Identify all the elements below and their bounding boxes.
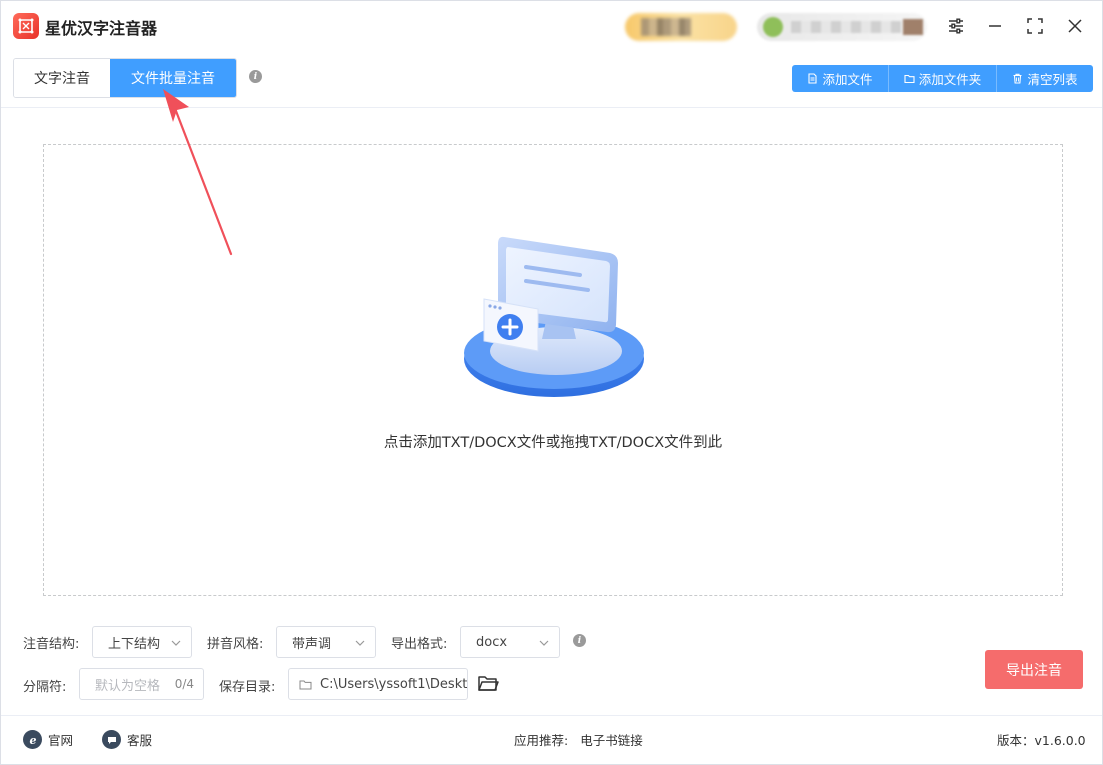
footer: e 官网 客服 应用推荐: 电子书链接 版本：v1.6.0.0 [1, 716, 1102, 764]
pinyin-style-label: 拼音风格: [207, 637, 264, 652]
save-dir-value: C:\Users\yssoft1\Deskt [320, 676, 467, 692]
maximize-icon [1027, 18, 1043, 34]
sliders-icon [949, 18, 963, 34]
trash-icon [1013, 73, 1022, 84]
format-info-icon[interactable]: i [573, 634, 586, 647]
app-window: 星优汉字注音器 文字注音 文件批量注音 i 添加文件 添加文件夹 清空列表 点击… [0, 0, 1103, 765]
tab-text-annotation[interactable]: 文字注音 [14, 59, 110, 97]
maximize-button[interactable] [1023, 14, 1047, 38]
add-file-label: 添加文件 [822, 72, 873, 87]
website-link[interactable]: e 官网 [23, 730, 73, 749]
app-logo-icon [13, 13, 39, 39]
structure-value: 上下结构 [108, 636, 161, 652]
minimize-icon [989, 25, 1001, 27]
version-text: 版本：v1.6.0.0 [997, 733, 1086, 748]
file-action-buttons: 添加文件 添加文件夹 清空列表 [792, 65, 1093, 92]
drop-zone-hint: 点击添加TXT/DOCX文件或拖拽TXT/DOCX文件到此 [383, 435, 723, 451]
structure-select[interactable]: 上下结构 [92, 626, 192, 658]
add-file-button[interactable]: 添加文件 [792, 65, 889, 92]
save-dir-label: 保存目录: [219, 680, 276, 695]
blurred-user-info [757, 13, 927, 41]
separator-char-count: 0/4 [174, 677, 194, 691]
folder-icon [904, 74, 915, 84]
file-icon [808, 73, 818, 84]
add-file-illustration [464, 236, 644, 397]
clear-list-label: 清空列表 [1027, 72, 1078, 87]
chevron-down-icon [171, 640, 181, 646]
ebook-link[interactable]: 电子书链接 [580, 730, 643, 749]
recommend-area: 应用推荐: 电子书链接 [514, 730, 643, 749]
export-format-value: docx [476, 634, 508, 650]
export-format-select[interactable]: docx [460, 626, 560, 658]
svg-text:e: e [29, 734, 36, 746]
separator-input[interactable]: 默认为空格 0/4 [79, 668, 204, 700]
separator-placeholder: 默认为空格 [95, 678, 161, 694]
browser-icon: e [23, 730, 42, 749]
version-info: 版本：v1.6.0.0 [997, 730, 1086, 749]
add-folder-label: 添加文件夹 [918, 72, 982, 87]
recommend-label: 应用推荐: [514, 733, 569, 748]
separator-label: 分隔符: [23, 680, 67, 695]
file-drop-zone[interactable]: 点击添加TXT/DOCX文件或拖拽TXT/DOCX文件到此 [43, 144, 1063, 596]
mode-tabs: 文字注音 文件批量注音 [13, 58, 237, 98]
blurred-account-badge [625, 13, 737, 41]
export-annotation-button[interactable]: 导出注音 [985, 650, 1083, 689]
website-label: 官网 [48, 733, 74, 748]
save-dir-input[interactable]: C:\Users\yssoft1\Deskt [288, 668, 468, 700]
settings-button[interactable] [944, 14, 968, 38]
app-title: 星优汉字注音器 [45, 19, 158, 38]
clear-list-button[interactable]: 清空列表 [997, 65, 1093, 92]
close-button[interactable] [1063, 14, 1087, 38]
folder-icon [299, 680, 312, 689]
browse-folder-button[interactable] [477, 673, 499, 693]
add-folder-button[interactable]: 添加文件夹 [889, 65, 997, 92]
structure-label: 注音结构: [23, 637, 80, 652]
support-link[interactable]: 客服 [102, 730, 152, 749]
support-label: 客服 [127, 733, 153, 748]
pinyin-style-select[interactable]: 带声调 [276, 626, 376, 658]
pinyin-style-value: 带声调 [292, 636, 332, 652]
minimize-button[interactable] [983, 14, 1007, 38]
chevron-down-icon [355, 640, 365, 646]
chevron-down-icon [539, 640, 549, 646]
chat-icon [102, 730, 121, 749]
close-icon [1068, 19, 1082, 33]
tab-batch-annotation[interactable]: 文件批量注音 [110, 59, 236, 97]
title-bar: 星优汉字注音器 [1, 1, 1102, 51]
toolbar-divider [1, 107, 1102, 108]
info-icon[interactable]: i [249, 70, 262, 83]
export-format-label: 导出格式: [391, 637, 448, 652]
